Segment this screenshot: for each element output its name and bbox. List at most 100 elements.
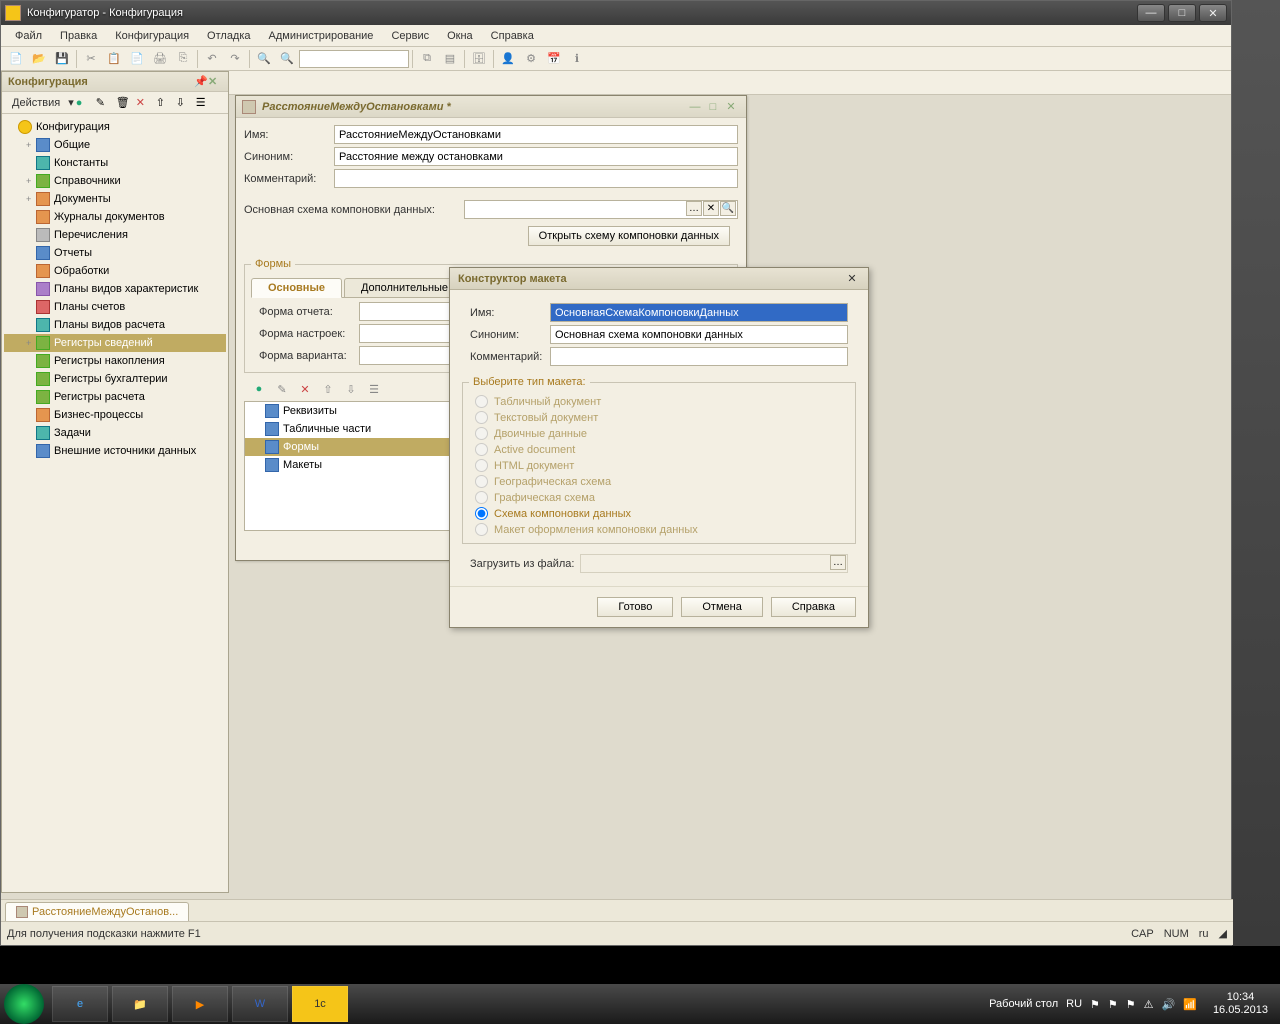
sort-icon[interactable]: ☰ [196, 96, 214, 109]
tree-item[interactable]: Регистры расчета [4, 388, 226, 406]
comment-input[interactable] [334, 169, 738, 188]
del2-icon[interactable]: ✕ [136, 96, 154, 109]
add-icon[interactable]: ● [76, 97, 94, 109]
db-icon[interactable]: 🗄 [468, 49, 490, 69]
system-tray[interactable]: Рабочий стол RU ⚑ ⚑ ⚑ ⚠ 🔊 📶 10:34 16.05.… [989, 991, 1276, 1017]
obj-sort-icon[interactable]: ☰ [363, 379, 385, 399]
tree-item[interactable]: +Регистры сведений [4, 334, 226, 352]
gear-icon[interactable]: ⚙ [520, 49, 542, 69]
menu-windows[interactable]: Окна [439, 28, 481, 44]
search-icon[interactable]: 🔍 [253, 49, 275, 69]
menu-edit[interactable]: Правка [52, 28, 105, 44]
task-explorer[interactable]: 📁 [112, 986, 168, 1022]
tree-item[interactable]: Обработки [4, 262, 226, 280]
dlg-name-input[interactable] [550, 303, 848, 322]
user-icon[interactable]: 👤 [497, 49, 519, 69]
redo-icon[interactable]: ↷ [224, 49, 246, 69]
tree-item[interactable]: Планы видов характеристик [4, 280, 226, 298]
undo-icon[interactable]: ↶ [201, 49, 223, 69]
windows-icon[interactable]: ⧉ [416, 49, 438, 69]
print-icon[interactable]: 🖨 [149, 49, 171, 69]
menu-help[interactable]: Справка [483, 28, 542, 44]
actions-label[interactable]: Действия [6, 97, 66, 109]
edit-icon[interactable]: ✎ [96, 96, 114, 109]
name-input[interactable] [334, 125, 738, 144]
tree-item[interactable]: Внешние источники данных [4, 442, 226, 460]
clock[interactable]: 10:34 16.05.2013 [1205, 991, 1276, 1017]
search-input[interactable] [299, 50, 409, 68]
task-1c[interactable]: 1c [292, 986, 348, 1022]
menu-administration[interactable]: Администрирование [261, 28, 382, 44]
new-icon[interactable]: 📄 [5, 49, 27, 69]
tree-item[interactable]: Регистры накопления [4, 352, 226, 370]
obj-add-icon[interactable]: ● [248, 379, 270, 399]
doc-min-icon[interactable]: — [686, 101, 704, 113]
tree-item[interactable]: Задачи [4, 424, 226, 442]
network-icon[interactable]: 📶 [1183, 998, 1197, 1011]
task-ie[interactable]: e [52, 986, 108, 1022]
tree-item[interactable]: Бизнес-процессы [4, 406, 226, 424]
start-button[interactable] [4, 984, 44, 1024]
resize-grip[interactable]: ◢ [1219, 927, 1227, 940]
doc-max-icon[interactable]: □ [704, 101, 722, 113]
tree-item[interactable]: Журналы документов [4, 208, 226, 226]
dialog-close-icon[interactable]: ✕ [844, 272, 860, 285]
tray-icon[interactable]: ⚠ [1144, 998, 1154, 1011]
menu-debug[interactable]: Отладка [199, 28, 258, 44]
schema-choose-icon[interactable]: … [686, 201, 702, 216]
paste-icon[interactable]: 📄 [126, 49, 148, 69]
tree-item[interactable]: Константы [4, 154, 226, 172]
menu-file[interactable]: Файл [7, 28, 50, 44]
obj-up-icon[interactable]: ⇧ [317, 379, 339, 399]
obj-edit-icon[interactable]: ✎ [271, 379, 293, 399]
help-icon[interactable]: ℹ [566, 49, 588, 69]
maximize-button[interactable]: □ [1168, 4, 1196, 22]
task-word[interactable]: W [232, 986, 288, 1022]
schema-clear-icon[interactable]: ✕ [703, 201, 719, 216]
obj-del-icon[interactable]: ✕ [294, 379, 316, 399]
save-icon[interactable]: 💾 [51, 49, 73, 69]
tree-item[interactable]: Конфигурация [4, 118, 226, 136]
close-button[interactable]: ✕ [1199, 4, 1227, 22]
schema-search-icon[interactable]: 🔍 [720, 201, 736, 216]
cascade-icon[interactable]: ▤ [439, 49, 461, 69]
tree-item[interactable]: +Документы [4, 190, 226, 208]
calendar-icon[interactable]: 📅 [543, 49, 565, 69]
desktop-label[interactable]: Рабочий стол [989, 998, 1058, 1010]
open-schema-button[interactable]: Открыть схему компоновки данных [528, 226, 730, 246]
cancel-button[interactable]: Отмена [681, 597, 762, 617]
delete-icon[interactable]: 🗑 [116, 96, 134, 109]
volume-icon[interactable]: 🔊 [1162, 998, 1176, 1011]
copy-icon[interactable]: 📋 [103, 49, 125, 69]
task-player[interactable]: ▶ [172, 986, 228, 1022]
radio-option[interactable]: Схема компоновки данных [475, 507, 843, 520]
search2-icon[interactable]: 🔍 [276, 49, 298, 69]
obj-down-icon[interactable]: ⇩ [340, 379, 362, 399]
cut-icon[interactable]: ✂ [80, 49, 102, 69]
help-button[interactable]: Справка [771, 597, 856, 617]
pin-icon[interactable]: 📌 [194, 75, 208, 88]
synonym-input[interactable] [334, 147, 738, 166]
tab-main[interactable]: Основные [251, 278, 342, 298]
tree-item[interactable]: +Общие [4, 136, 226, 154]
menu-service[interactable]: Сервис [383, 28, 437, 44]
tree-item[interactable]: Регистры бухгалтерии [4, 370, 226, 388]
tray-icon[interactable]: ⚑ [1090, 998, 1100, 1011]
tree-item[interactable]: Планы счетов [4, 298, 226, 316]
doc-close-icon[interactable]: ✕ [722, 100, 740, 113]
menu-configuration[interactable]: Конфигурация [107, 28, 197, 44]
panel-close-icon[interactable]: ✕ [208, 75, 222, 88]
compare-icon[interactable]: ⎘ [172, 49, 194, 69]
dlg-synonym-input[interactable] [550, 325, 848, 344]
down-icon[interactable]: ⇩ [176, 96, 194, 109]
open-icon[interactable]: 📂 [28, 49, 50, 69]
up-icon[interactable]: ⇧ [156, 96, 174, 109]
ok-button[interactable]: Готово [597, 597, 673, 617]
config-tree[interactable]: Конфигурация+Общие Константы+Справочники… [2, 114, 228, 464]
tray-icon[interactable]: ⚑ [1126, 998, 1136, 1011]
tree-item[interactable]: Перечисления [4, 226, 226, 244]
tree-item[interactable]: Отчеты [4, 244, 226, 262]
tray-icon[interactable]: ⚑ [1108, 998, 1118, 1011]
window-tab[interactable]: РасстояниеМеждуОстанов... [5, 902, 189, 921]
tree-item[interactable]: +Справочники [4, 172, 226, 190]
